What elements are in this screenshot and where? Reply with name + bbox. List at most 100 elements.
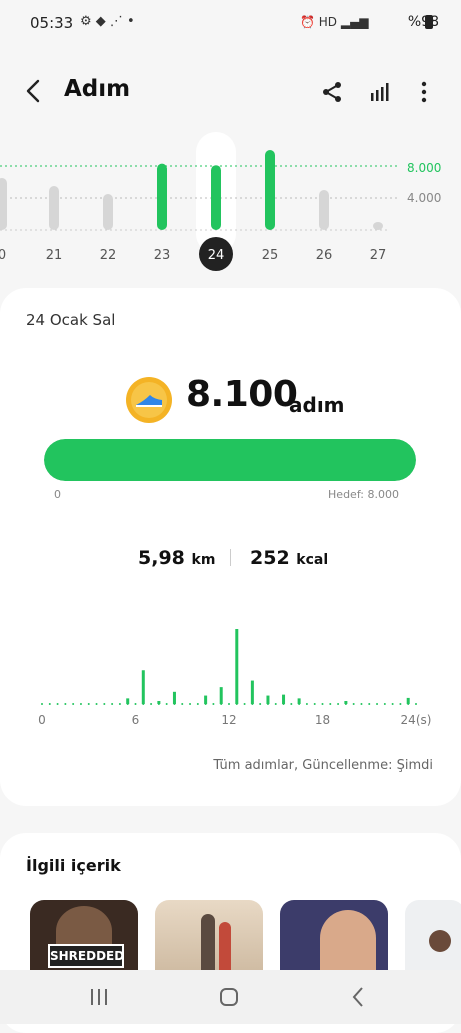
calories-unit: kcal bbox=[296, 552, 329, 568]
hour-tick-6: 6 bbox=[132, 713, 140, 727]
recent-apps-icon[interactable] bbox=[88, 988, 110, 1006]
week-day-label-27[interactable]: 27 bbox=[370, 248, 387, 263]
baseline-dot bbox=[391, 703, 394, 705]
hour-tick-18: 18 bbox=[315, 713, 330, 727]
step-count: 8.100 bbox=[186, 374, 298, 415]
calories-value: 252 bbox=[250, 547, 290, 569]
week-bar-27[interactable] bbox=[373, 222, 383, 230]
back-nav-icon[interactable] bbox=[350, 986, 366, 1008]
hour-bar-13 bbox=[250, 680, 254, 704]
week-bar-25[interactable] bbox=[265, 150, 275, 230]
baseline-dot bbox=[150, 703, 153, 705]
week-bar-21[interactable] bbox=[49, 186, 59, 230]
hour-tick-24: 24(s) bbox=[401, 713, 432, 727]
more-vertical-icon bbox=[421, 81, 427, 103]
baseline-dot bbox=[228, 703, 230, 705]
baseline-dot bbox=[360, 703, 363, 705]
distance-unit: km bbox=[191, 552, 216, 568]
baseline-dot bbox=[368, 703, 371, 705]
baseline-dot bbox=[72, 703, 75, 705]
hour-tick-0: 0 bbox=[38, 713, 46, 727]
baseline-dot bbox=[313, 703, 316, 705]
system-nav-bar bbox=[0, 970, 461, 1024]
hour-bar-14 bbox=[266, 695, 270, 704]
hourly-steps-chart: 0 6 12 18 24(s) bbox=[38, 629, 432, 727]
yoga-image bbox=[429, 930, 451, 952]
baseline-dot bbox=[415, 703, 417, 705]
trends-button[interactable] bbox=[368, 80, 392, 108]
baseline-dot bbox=[181, 703, 184, 705]
baseline-dot bbox=[274, 703, 277, 705]
baseline-dot bbox=[118, 703, 121, 705]
baseline-dot bbox=[87, 703, 90, 705]
progress-goal-label: Hedef: 8.000 bbox=[328, 488, 399, 501]
home-icon[interactable] bbox=[218, 986, 240, 1008]
progress-min-label: 0 bbox=[54, 488, 61, 501]
back-button[interactable] bbox=[22, 78, 48, 104]
baseline-dot bbox=[337, 703, 340, 705]
baseline-dot bbox=[259, 703, 262, 705]
week-bar-24[interactable] bbox=[211, 165, 221, 230]
baseline-dot bbox=[103, 703, 106, 705]
update-status: Tüm adımlar, Güncellenme: Şimdi bbox=[213, 758, 433, 773]
baseline-dot bbox=[352, 703, 355, 705]
baseline-dot bbox=[64, 703, 67, 705]
week-day-label-22[interactable]: 22 bbox=[100, 248, 117, 263]
week-day-label-21[interactable]: 21 bbox=[46, 248, 63, 263]
baseline-dot bbox=[165, 703, 168, 705]
week-day-label-24[interactable]: 24 bbox=[208, 248, 225, 263]
baseline-dot bbox=[321, 703, 324, 705]
bar-chart-icon bbox=[371, 83, 389, 101]
week-day-label-23[interactable]: 23 bbox=[154, 248, 171, 263]
baseline-dot bbox=[56, 703, 59, 705]
week-bar-22[interactable] bbox=[103, 194, 113, 230]
share-icon bbox=[323, 82, 341, 102]
page-title: Adım bbox=[64, 76, 131, 102]
week-day-label-0[interactable]: 0 bbox=[0, 248, 6, 263]
goal-progress-bar bbox=[44, 439, 416, 481]
week-bar-20[interactable] bbox=[0, 178, 7, 230]
week-bar-26[interactable] bbox=[319, 190, 329, 230]
weekly-steps-chart[interactable]: 0 21 22 23 24 25 26 27 8.000 4.000 bbox=[0, 125, 461, 285]
step-unit: adım bbox=[289, 393, 345, 417]
baseline-dot bbox=[329, 703, 332, 705]
baseline-dot bbox=[399, 703, 402, 705]
hour-bar-11 bbox=[219, 687, 223, 704]
selected-date: 24 Ocak Sal bbox=[26, 311, 116, 329]
share-button[interactable] bbox=[320, 80, 344, 108]
hour-bar-5 bbox=[126, 698, 130, 704]
baseline-dot bbox=[196, 703, 199, 705]
week-day-label-26[interactable]: 26 bbox=[316, 248, 333, 263]
hour-bar-15 bbox=[282, 694, 286, 704]
divider bbox=[230, 549, 231, 566]
baseline-dot bbox=[111, 703, 114, 705]
shoe-medal-icon bbox=[126, 377, 172, 423]
hour-tick-12: 12 bbox=[221, 713, 236, 727]
baseline-dot bbox=[212, 703, 215, 705]
week-bar-23[interactable] bbox=[157, 163, 167, 230]
baseline-dot bbox=[383, 703, 386, 705]
status-time: 05:33 bbox=[30, 14, 74, 32]
baseline-dot bbox=[79, 703, 82, 705]
baseline-dot bbox=[48, 703, 51, 705]
baseline-dot bbox=[243, 703, 246, 705]
baseline-dot bbox=[376, 703, 379, 705]
baseline-dot bbox=[95, 703, 98, 705]
goal-progress-fill bbox=[44, 439, 416, 481]
chevron-left-icon bbox=[26, 79, 40, 103]
hour-bar-19 bbox=[344, 701, 348, 704]
baseline-dot bbox=[134, 703, 137, 705]
more-options-button[interactable] bbox=[414, 80, 434, 108]
distance: 5,98 km bbox=[138, 547, 215, 569]
week-day-label-25[interactable]: 25 bbox=[262, 248, 279, 263]
hour-bar-16 bbox=[297, 698, 301, 704]
signal-icons: ⏰ HD ▂▄▆ bbox=[300, 15, 369, 29]
shredded-label: SHREDDED bbox=[48, 944, 124, 968]
hour-bar-23 bbox=[406, 697, 410, 704]
baseline-dot bbox=[305, 703, 308, 705]
hour-bar-12 bbox=[235, 629, 239, 704]
battery-percent: %98 bbox=[407, 14, 439, 30]
half-line-label: 4.000 bbox=[407, 191, 441, 205]
hour-bar-10 bbox=[204, 695, 208, 704]
distance-value: 5,98 bbox=[138, 547, 185, 569]
